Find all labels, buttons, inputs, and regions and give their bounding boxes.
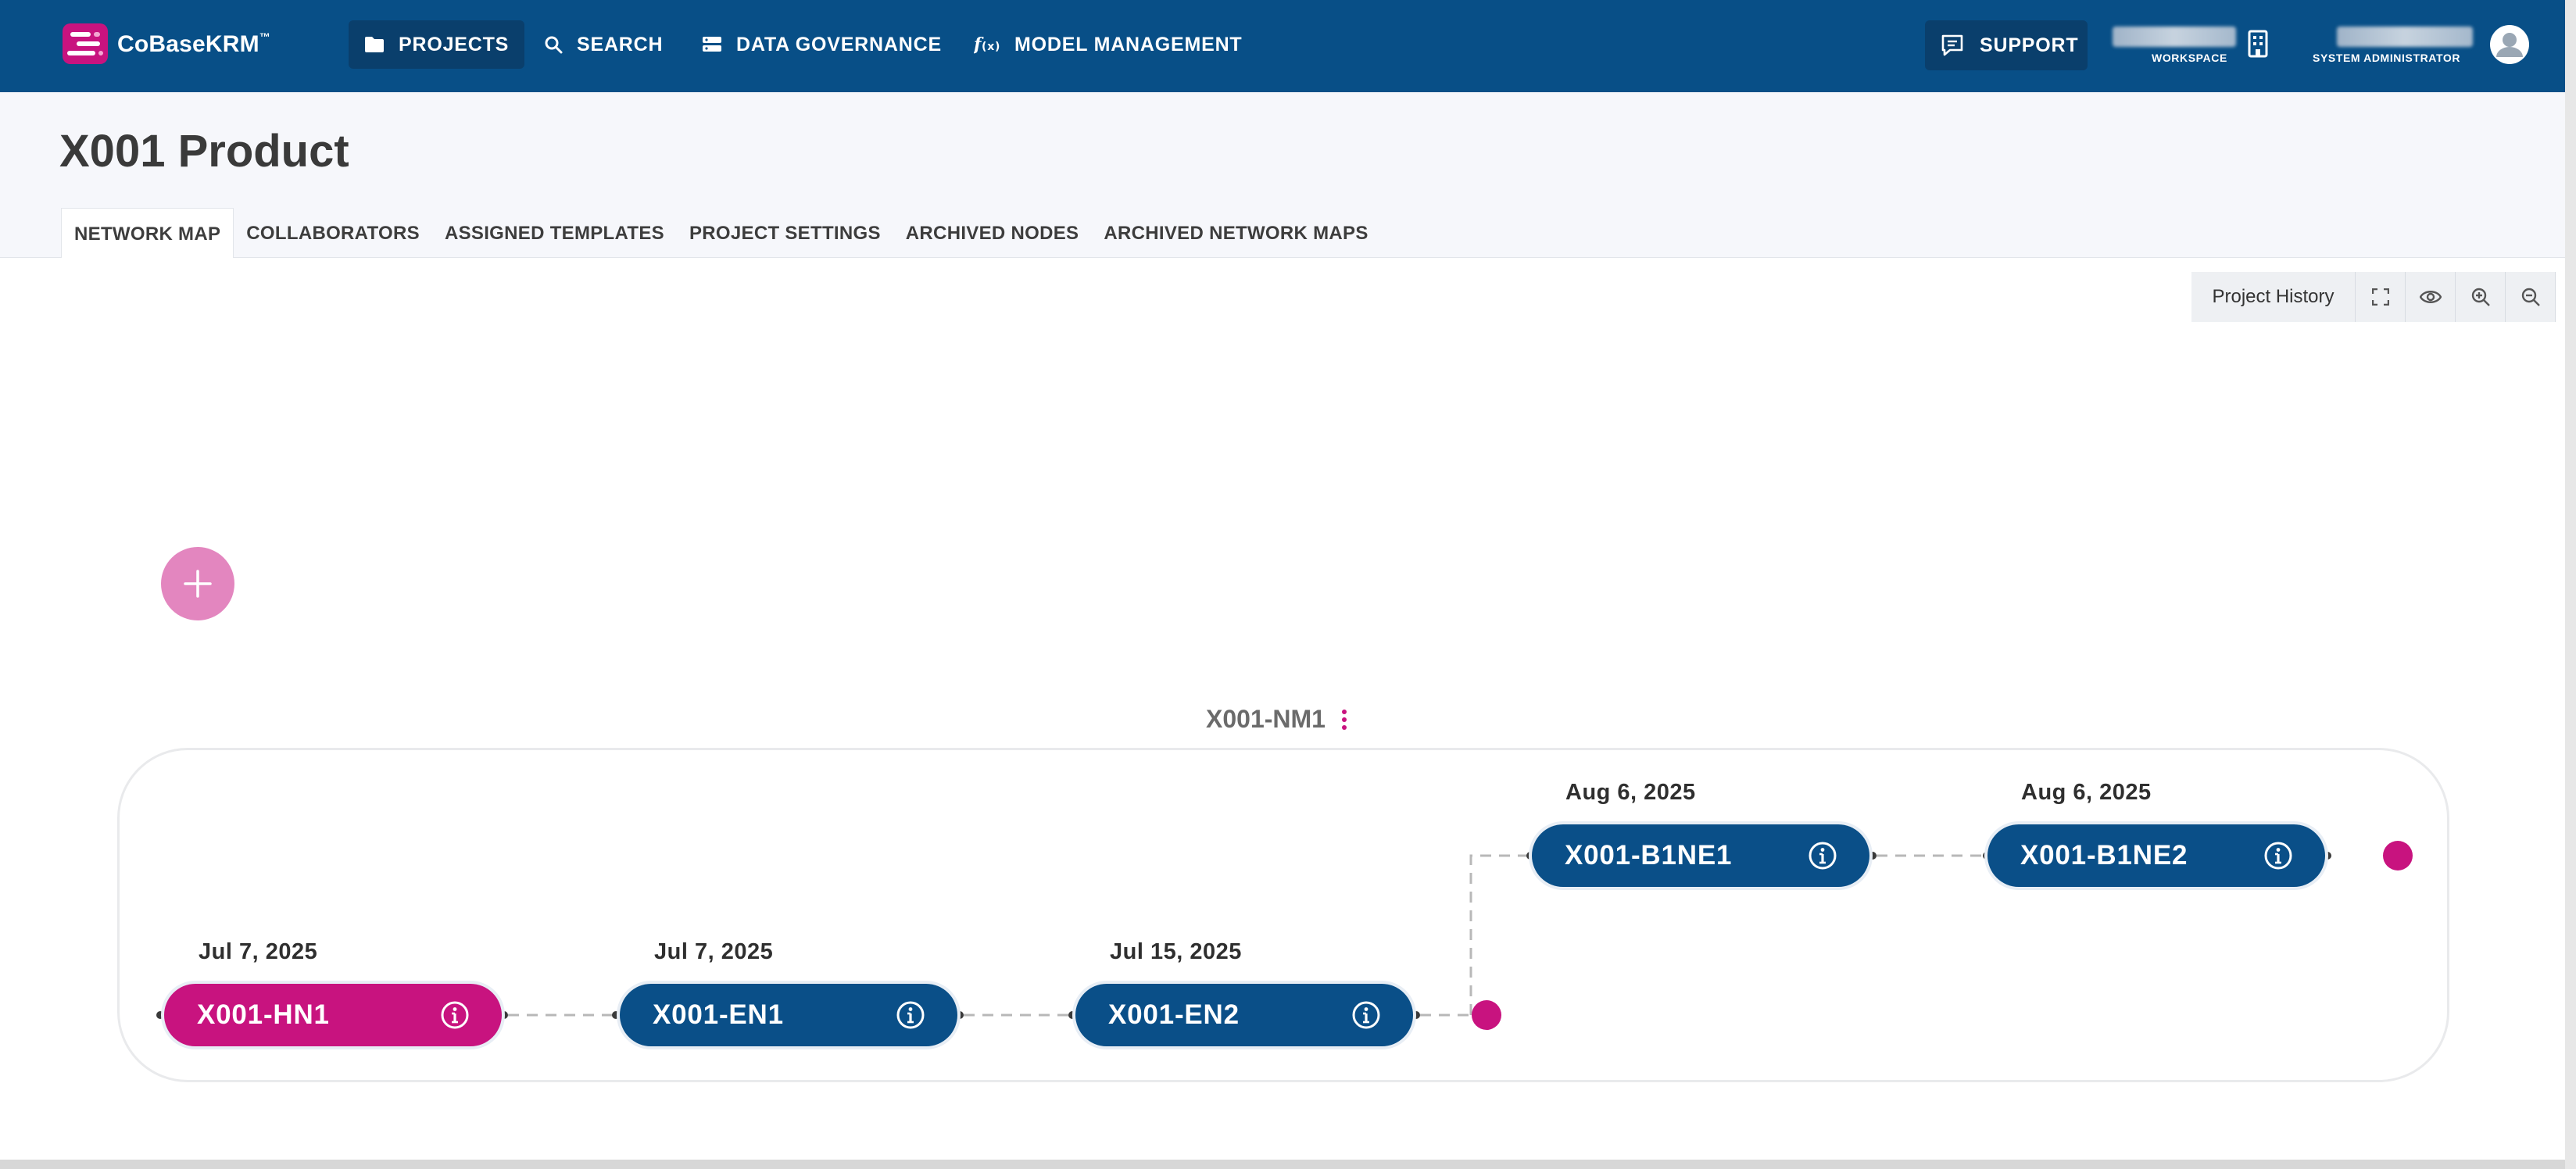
folder-icon xyxy=(365,37,384,52)
nav-data-governance-label: DATA GOVERNANCE xyxy=(736,33,942,55)
fullscreen-icon xyxy=(2371,288,2389,306)
nav-search-label: SEARCH xyxy=(577,33,664,55)
nav-data-governance[interactable]: DATA GOVERNANCE xyxy=(686,20,957,69)
top-navigation-bar: CoBaseKRM™ PROJECTS SEARCH DATA GOVERNAN… xyxy=(0,0,2565,92)
page-title: X001 Product xyxy=(59,126,349,177)
nav-model-management[interactable]: f (x) MODEL MANAGEMENT xyxy=(958,20,1258,69)
search-icon xyxy=(545,36,563,54)
tab-archived-network-maps[interactable]: ARCHIVED NETWORK MAPS xyxy=(1091,208,1380,258)
tab-network-map[interactable]: NETWORK MAP xyxy=(61,208,234,258)
user-role-label: SYSTEM ADMINISTRATOR xyxy=(2313,52,2461,64)
brand-name: CoBaseKRM™ xyxy=(117,30,271,57)
chat-icon xyxy=(1941,34,1963,56)
network-map-title: X001-NM1 xyxy=(1206,705,1347,734)
node-label: X001-EN2 xyxy=(1108,999,1240,1030)
network-node-en1[interactable]: X001-EN1 xyxy=(620,984,957,1046)
node-date: Jul 7, 2025 xyxy=(199,939,318,964)
user-avatar-icon[interactable] xyxy=(2490,25,2529,64)
project-history-button[interactable]: Project History xyxy=(2191,272,2356,322)
building-icon[interactable] xyxy=(2248,30,2268,58)
nav-search[interactable]: SEARCH xyxy=(528,20,678,69)
tab-archived-nodes[interactable]: ARCHIVED NODES xyxy=(893,208,1092,258)
network-node-en2[interactable]: X001-EN2 xyxy=(1075,984,1413,1046)
network-map-name: X001-NM1 xyxy=(1206,705,1326,733)
project-tabs: NETWORK MAP COLLABORATORS ASSIGNED TEMPL… xyxy=(61,208,1381,258)
zoom-in-icon xyxy=(2471,288,2490,306)
window-bottom-edge xyxy=(0,1160,2565,1169)
node-date: Aug 6, 2025 xyxy=(2021,780,2152,805)
node-label: X001-EN1 xyxy=(653,999,784,1030)
network-node-b1ne2[interactable]: X001-B1NE2 xyxy=(1987,824,2325,887)
add-network-map-button[interactable] xyxy=(161,547,234,620)
brand-logo-link[interactable]: CoBaseKRM™ xyxy=(59,22,270,66)
visibility-button[interactable] xyxy=(2406,272,2456,322)
nav-projects[interactable]: PROJECTS xyxy=(349,20,525,69)
zoom-in-button[interactable] xyxy=(2456,272,2506,322)
node-label: X001-B1NE2 xyxy=(2020,840,2188,870)
eye-icon xyxy=(2419,291,2442,303)
node-date: Jul 7, 2025 xyxy=(654,939,774,964)
node-date: Aug 6, 2025 xyxy=(1565,780,1696,805)
zoom-out-icon xyxy=(2521,288,2540,306)
user-name-redacted[interactable] xyxy=(2337,27,2473,47)
info-icon[interactable] xyxy=(1807,840,1838,871)
support-button[interactable]: SUPPORT xyxy=(1925,20,2088,70)
network-node-b1ne1[interactable]: X001-B1NE1 xyxy=(1532,824,1869,887)
node-label: X001-B1NE1 xyxy=(1565,840,1733,870)
page-header: X001 Product NETWORK MAP COLLABORATORS A… xyxy=(0,92,2565,258)
kebab-menu-icon[interactable] xyxy=(1341,709,1347,731)
tab-project-settings[interactable]: PROJECT SETTINGS xyxy=(677,208,893,258)
map-toolbar: Project History xyxy=(2191,272,2556,322)
zoom-out-button[interactable] xyxy=(2506,272,2556,322)
info-icon[interactable] xyxy=(439,999,470,1031)
vertical-scrollbar[interactable] xyxy=(2565,0,2576,1169)
tab-assigned-templates[interactable]: ASSIGNED TEMPLATES xyxy=(432,208,677,258)
support-label: SUPPORT xyxy=(1980,34,2079,56)
info-icon[interactable] xyxy=(1351,999,1382,1031)
node-date: Jul 15, 2025 xyxy=(1110,939,1242,964)
info-icon[interactable] xyxy=(2263,840,2294,871)
network-node-hn1[interactable]: X001-HN1 xyxy=(164,984,502,1046)
database-icon xyxy=(703,37,721,52)
nav-projects-label: PROJECTS xyxy=(399,33,510,55)
tab-collaborators[interactable]: COLLABORATORS xyxy=(234,208,432,258)
node-label: X001-HN1 xyxy=(197,999,330,1030)
workspace-label: WORKSPACE xyxy=(2152,52,2227,64)
function-icon: f (x) xyxy=(974,34,1000,55)
plus-icon xyxy=(184,570,212,598)
nav-model-management-label: MODEL MANAGEMENT xyxy=(1014,33,1243,55)
svg-text:(x): (x) xyxy=(982,41,1000,53)
workspace-name-redacted[interactable] xyxy=(2113,27,2236,47)
cobase-logo-icon xyxy=(63,23,108,64)
info-icon[interactable] xyxy=(895,999,926,1031)
fullscreen-button[interactable] xyxy=(2356,272,2406,322)
